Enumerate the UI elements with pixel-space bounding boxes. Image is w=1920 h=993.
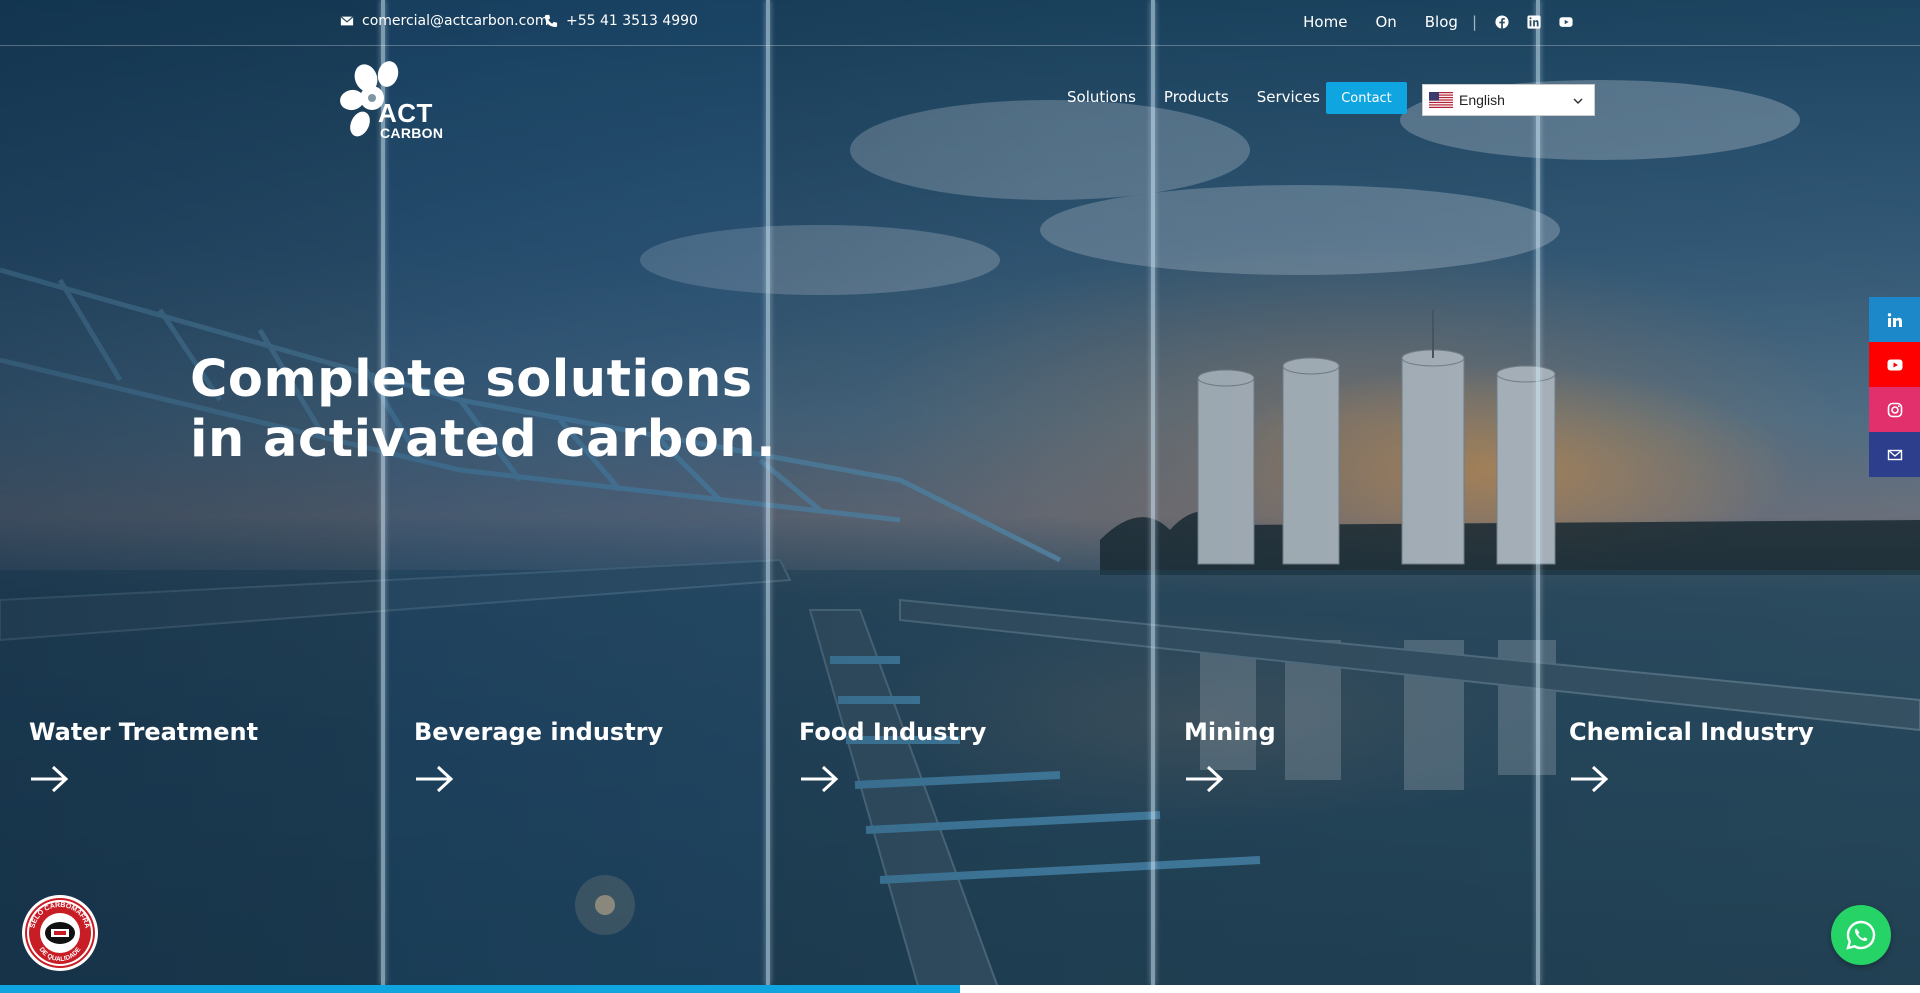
email-text: comercial@actcarbon.com	[362, 13, 549, 29]
industry-beverage[interactable]: Beverage industry	[414, 718, 774, 794]
nav-item-solutions[interactable]: Solutions	[1067, 88, 1136, 106]
mail-icon	[1887, 449, 1902, 460]
phone-icon	[544, 14, 558, 28]
logo-line-act: ACT	[378, 98, 433, 128]
top-link-blog[interactable]: Blog	[1425, 13, 1458, 31]
column-divider	[1536, 0, 1540, 985]
linkedin-icon[interactable]	[1527, 15, 1541, 29]
logo-line-carbon: CARBON	[380, 125, 444, 141]
arrow-right-icon	[31, 765, 69, 793]
nav-item-services[interactable]: Services	[1257, 88, 1320, 106]
side-instagram-button[interactable]	[1869, 387, 1920, 432]
side-youtube-button[interactable]	[1869, 342, 1920, 387]
industry-mining[interactable]: Mining	[1184, 718, 1544, 794]
side-mail-button[interactable]	[1869, 432, 1920, 477]
slider-progress-fill	[0, 985, 960, 993]
hero-title: Complete solutions in activated carbon.	[190, 350, 776, 470]
side-social-bar	[1869, 297, 1920, 477]
industry-name: Mining	[1184, 718, 1276, 746]
side-linkedin-button[interactable]	[1869, 297, 1920, 342]
industry-name: Food Industry	[799, 718, 987, 746]
top-link-on[interactable]: On	[1375, 13, 1396, 31]
facebook-icon[interactable]	[1495, 15, 1509, 29]
top-links: Home On Blog |	[1275, 13, 1573, 31]
language-label: English	[1459, 92, 1505, 108]
youtube-icon	[1887, 359, 1902, 370]
top-bar: comercial@actcarbon.com +55 41 3513 4990…	[0, 0, 1920, 46]
hero-title-line-1: Complete solutions	[190, 350, 753, 409]
industry-name: Beverage industry	[414, 718, 664, 746]
main-nav: Solutions Products Services	[1067, 88, 1320, 106]
linkedin-icon	[1887, 312, 1902, 327]
top-link-home[interactable]: Home	[1303, 13, 1347, 31]
whatsapp-icon	[1846, 920, 1876, 950]
column-divider	[381, 0, 385, 985]
industry-water-treatment[interactable]: Water Treatment	[29, 718, 389, 794]
whatsapp-button[interactable]	[1831, 905, 1891, 965]
phone-text: +55 41 3513 4990	[566, 13, 698, 29]
hero-title-line-2: in activated carbon.	[190, 410, 776, 469]
email-link[interactable]: comercial@actcarbon.com	[340, 13, 549, 29]
quality-seal-badge[interactable]: SELO CARBOMAFRA DE QUALIDADE	[20, 893, 100, 973]
seal-emblem	[45, 922, 75, 944]
language-select[interactable]: English	[1422, 84, 1595, 116]
divider: |	[1471, 13, 1477, 31]
arrow-right-icon	[1571, 765, 1609, 793]
logo-text: ACT CARBON	[378, 100, 443, 140]
hero-overlay	[0, 0, 1920, 993]
youtube-icon[interactable]	[1559, 15, 1573, 29]
nav-item-products[interactable]: Products	[1164, 88, 1229, 106]
column-divider	[766, 0, 770, 985]
phone-link[interactable]: +55 41 3513 4990	[544, 13, 698, 29]
instagram-icon	[1887, 402, 1902, 417]
contact-button[interactable]: Contact	[1326, 82, 1407, 114]
slider-progress-bar	[0, 985, 1920, 993]
column-divider	[1151, 0, 1155, 985]
industry-name: Water Treatment	[29, 718, 259, 746]
arrow-right-icon	[1186, 765, 1224, 793]
chevron-down-icon	[1573, 98, 1583, 105]
arrow-right-icon	[416, 765, 454, 793]
industry-food[interactable]: Food Industry	[799, 718, 1159, 794]
industry-name: Chemical Industry	[1569, 718, 1814, 746]
industry-chemical[interactable]: Chemical Industry	[1569, 718, 1914, 794]
us-flag-icon	[1429, 92, 1453, 108]
envelope-icon	[340, 16, 354, 26]
arrow-right-icon	[801, 765, 839, 793]
column-highlight	[385, 0, 768, 985]
